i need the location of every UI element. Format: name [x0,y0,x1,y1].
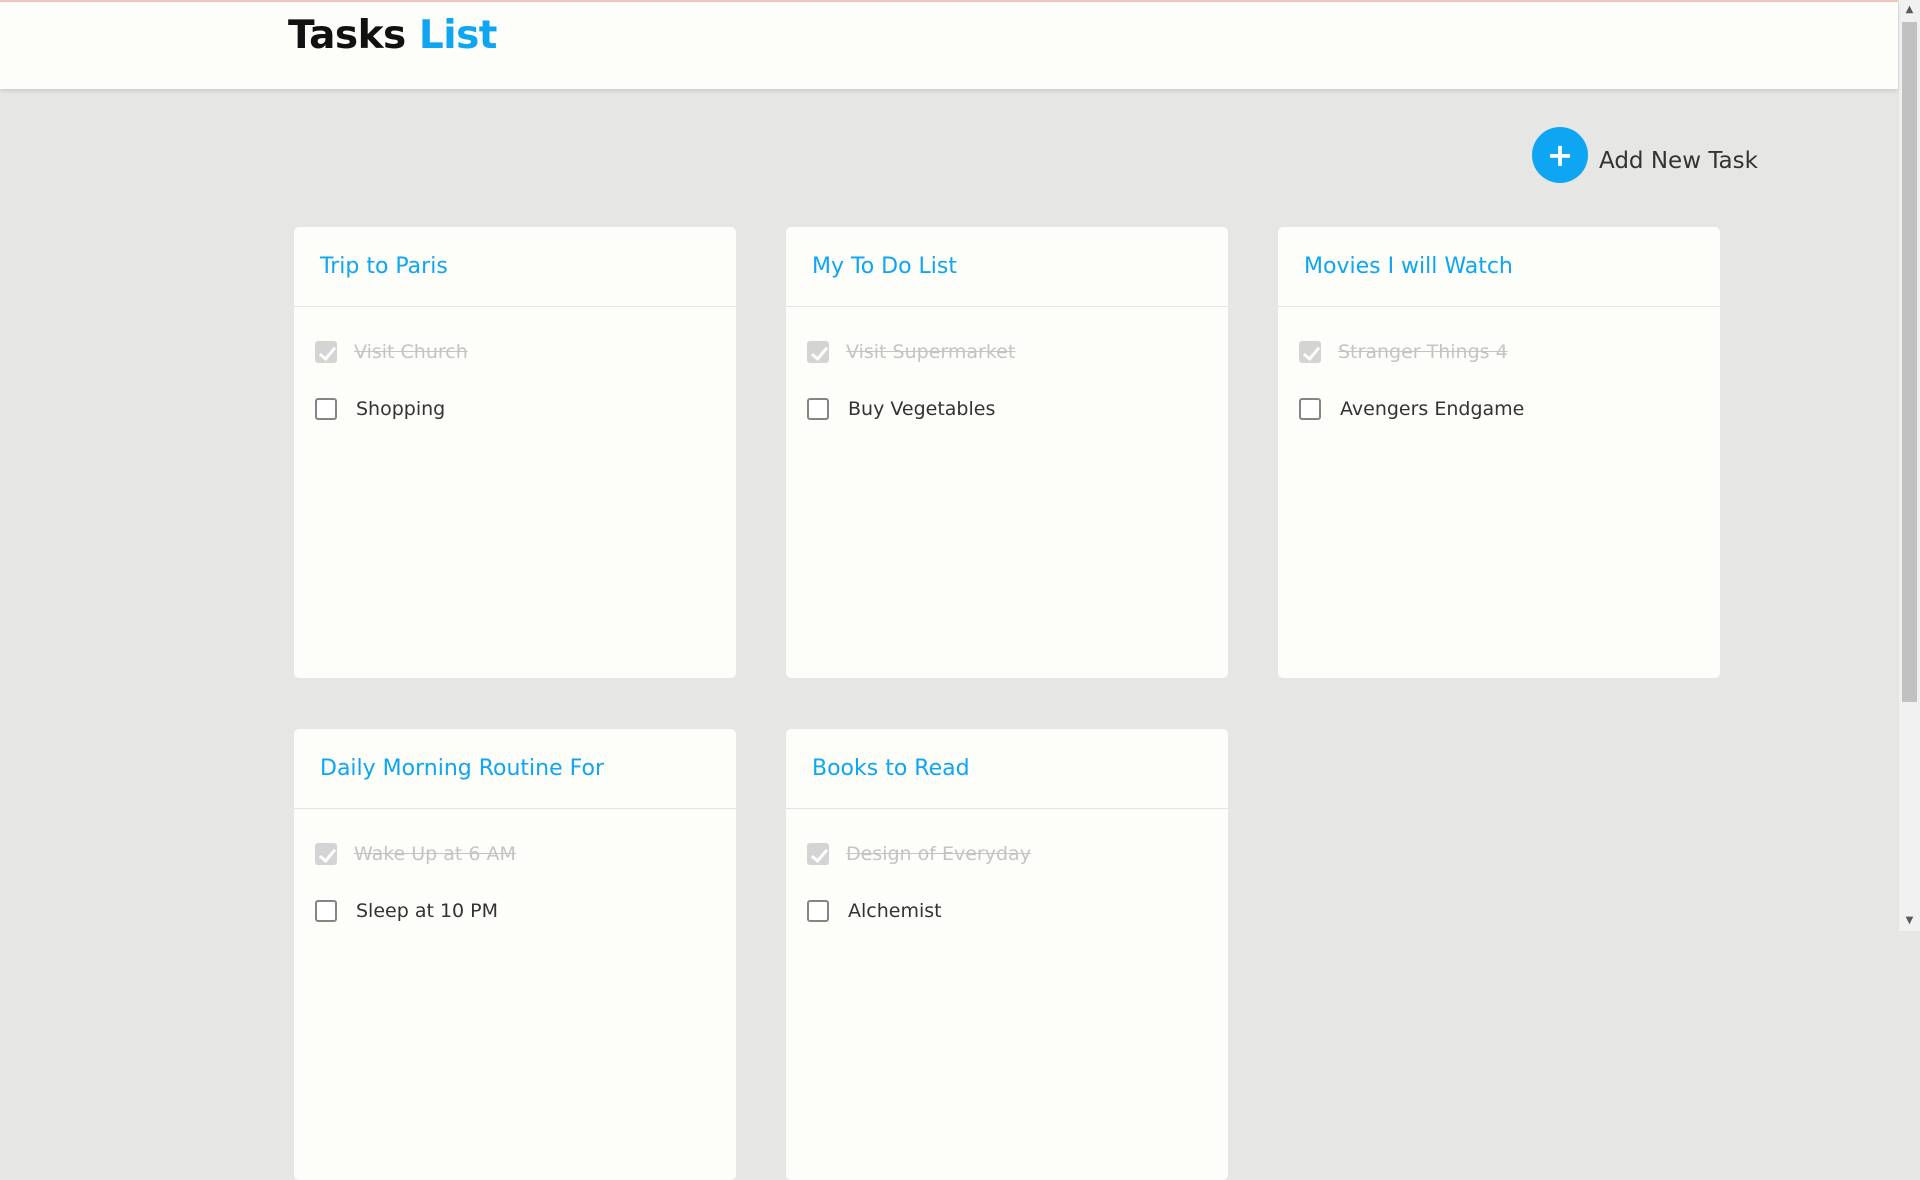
task-item[interactable]: Design of Everyday [807,841,1228,867]
task-label: Design of Everyday [846,843,1031,865]
task-item[interactable]: Shopping [315,396,736,422]
task-list-card: Movies I will Watch Stranger Things 4 Av… [1278,227,1720,678]
task-list-card: Books to Read Design of Everyday Alchemi… [786,729,1228,1180]
task-item[interactable]: Visit Church [315,339,736,365]
task-checkbox-checked[interactable] [807,341,829,363]
add-new-task-label[interactable]: Add New Task [1599,148,1758,174]
task-label: Sleep at 10 PM [356,900,499,922]
task-label: Visit Church [354,341,468,363]
task-checkbox[interactable] [315,900,337,922]
plus-icon[interactable]: + [1532,127,1588,183]
task-item[interactable]: Avengers Endgame [1299,396,1720,422]
task-item[interactable]: Visit Supermarket [807,339,1228,365]
app-title-tasks: Tasks [288,13,406,58]
task-label: Buy Vegetables [848,398,996,420]
vertical-scrollbar[interactable]: ▲ ▼ [1898,0,1920,931]
task-items: Design of Everyday Alchemist [786,809,1228,924]
app-title-list: List [418,13,498,58]
task-items: Stranger Things 4 Avengers Endgame [1278,307,1720,422]
task-checkbox-checked[interactable] [807,843,829,865]
task-checkbox-checked[interactable] [1299,341,1321,363]
task-list-title[interactable]: Books to Read [786,729,1228,809]
add-new-task-button[interactable]: + Add New Task [1532,127,1758,183]
task-item[interactable]: Wake Up at 6 AM [315,841,736,867]
task-item[interactable]: Buy Vegetables [807,396,1228,422]
app-header: Tasks List [0,2,1898,89]
app-title: Tasks List [288,16,497,55]
task-item[interactable]: Stranger Things 4 [1299,339,1720,365]
task-checkbox[interactable] [807,398,829,420]
task-label: Visit Supermarket [846,341,1016,363]
task-label: Avengers Endgame [1340,398,1525,420]
task-list-card: Daily Morning Routine For Wake Up at 6 A… [294,729,736,1180]
task-label: Wake Up at 6 AM [354,843,516,865]
task-list-title[interactable]: Daily Morning Routine For [294,729,736,809]
task-list-card: My To Do List Visit Supermarket Buy Vege… [786,227,1228,678]
task-label: Stranger Things 4 [1338,341,1508,363]
task-checkbox[interactable] [807,900,829,922]
task-list-title[interactable]: Trip to Paris [294,227,736,307]
task-list-title[interactable]: My To Do List [786,227,1228,307]
task-item[interactable]: Sleep at 10 PM [315,898,736,924]
task-label: Alchemist [848,900,942,922]
task-list-title[interactable]: Movies I will Watch [1278,227,1720,307]
task-items: Visit Church Shopping [294,307,736,422]
task-checkbox-checked[interactable] [315,843,337,865]
task-item[interactable]: Alchemist [807,898,1228,924]
scrollbar-thumb[interactable] [1902,22,1917,702]
scroll-up-arrow-icon[interactable]: ▲ [1899,0,1920,20]
task-list-card: Trip to Paris Visit Church Shopping [294,227,736,678]
task-checkbox[interactable] [315,398,337,420]
task-items: Wake Up at 6 AM Sleep at 10 PM [294,809,736,924]
task-checkbox-checked[interactable] [315,341,337,363]
scroll-down-arrow-icon[interactable]: ▼ [1899,911,1920,931]
task-checkbox[interactable] [1299,398,1321,420]
task-label: Shopping [356,398,446,420]
task-items: Visit Supermarket Buy Vegetables [786,307,1228,422]
